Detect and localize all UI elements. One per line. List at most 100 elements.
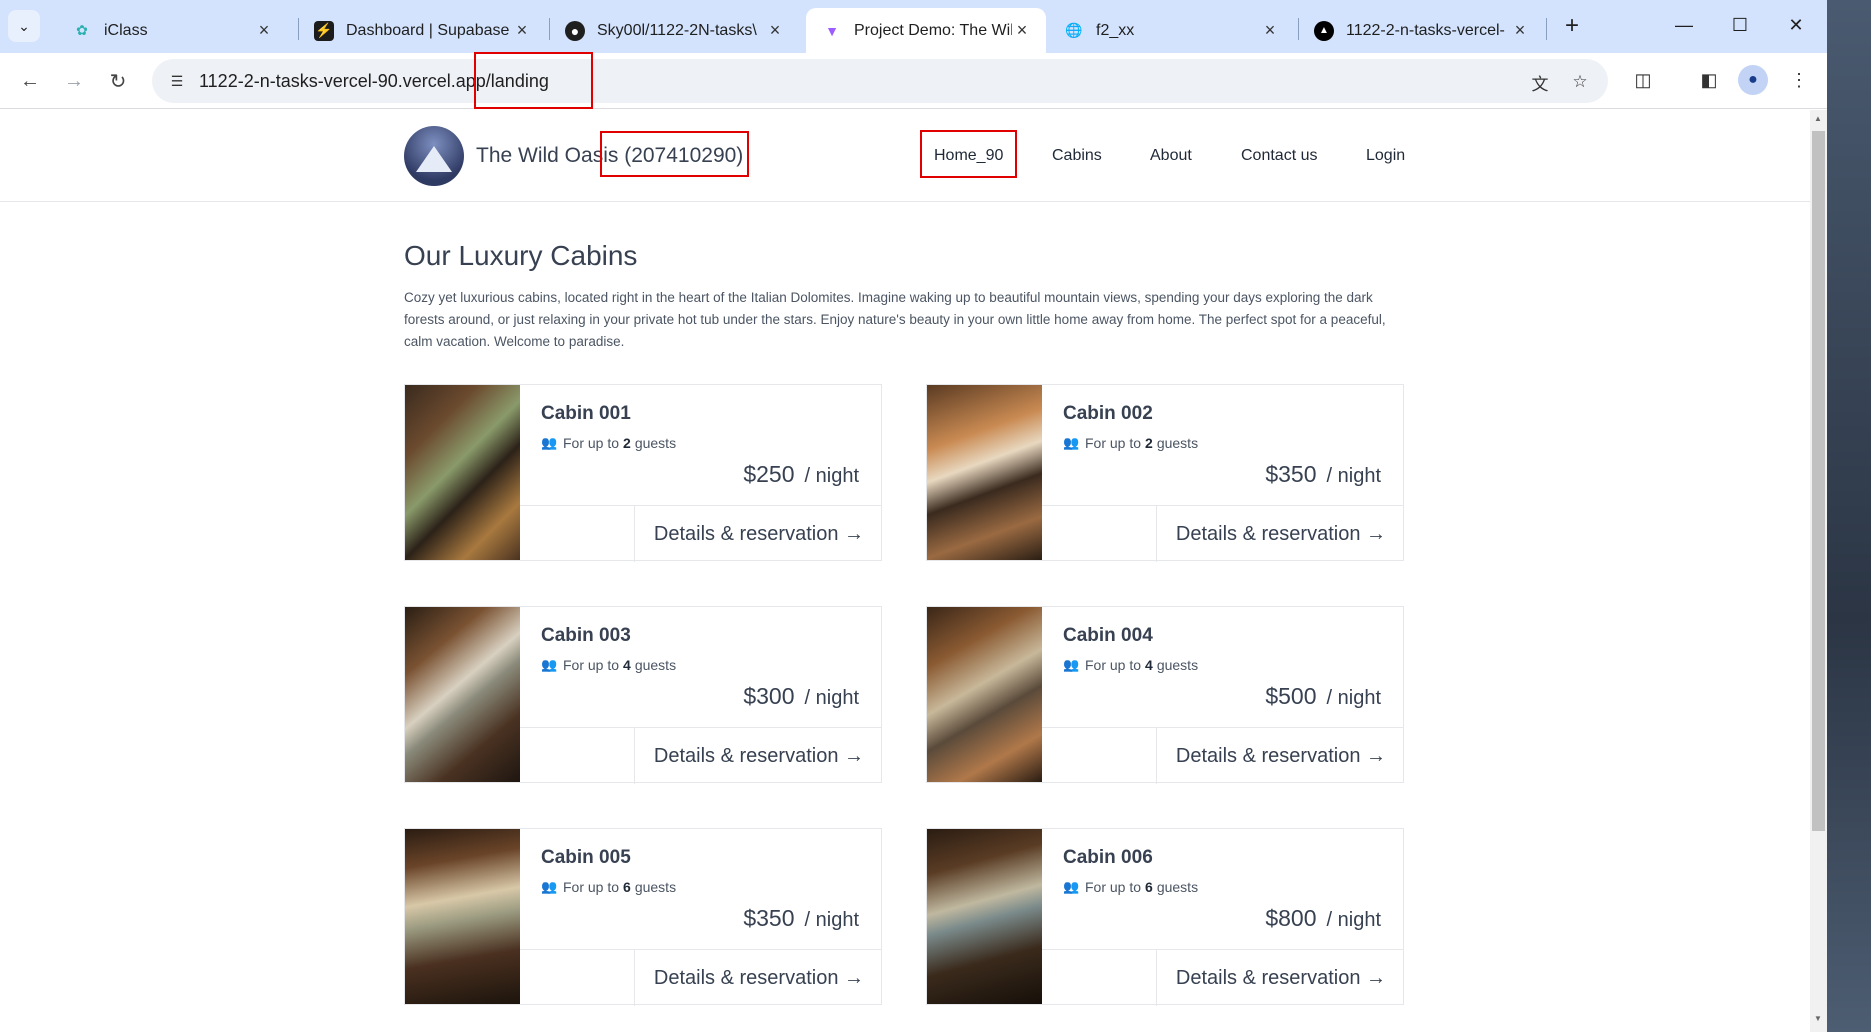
scroll-up-icon[interactable]: ▲: [1814, 114, 1822, 123]
tab-title: Project Demo: The Wild: [854, 21, 1012, 39]
cabin-name: Cabin 003: [541, 625, 631, 646]
iclass-icon: ✿: [76, 22, 88, 38]
per-night: / night: [804, 909, 859, 931]
close-icon[interactable]: ×: [512, 20, 532, 41]
nav-contact-us[interactable]: Contact us: [1241, 147, 1317, 165]
users-icon: 👥: [1063, 435, 1080, 450]
tab-iclass[interactable]: ✿ iClass ×: [56, 8, 288, 53]
scrollbar-thumb[interactable]: [1812, 131, 1825, 831]
desktop-background: [1827, 0, 1871, 1032]
per-night: / night: [804, 687, 859, 709]
translate-icon[interactable]: 文: [1528, 70, 1552, 94]
tab-supabase[interactable]: ⚡ Dashboard | Supabase ×: [298, 8, 546, 53]
close-icon[interactable]: ×: [1260, 20, 1280, 41]
profile-avatar-icon[interactable]: ●: [1738, 65, 1768, 95]
users-icon: 👥: [541, 879, 558, 894]
cabin-card-footer: Details & reservation →: [1042, 949, 1404, 1006]
tab-vercel[interactable]: ▲ 1122-2-n-tasks-vercel- ×: [1298, 8, 1544, 53]
extensions-icon[interactable]: ◫: [1626, 63, 1660, 97]
per-night: / night: [1326, 909, 1381, 931]
cabin-name: Cabin 002: [1063, 403, 1153, 424]
back-button[interactable]: ←: [12, 63, 48, 99]
cabin-price: $300: [743, 683, 795, 709]
page-viewport: The Wild Oasis (207410290) Home_90 Cabin…: [0, 110, 1810, 1032]
details-reservation-link[interactable]: Details & reservation →: [1156, 950, 1404, 1006]
tab-title: iClass: [104, 21, 148, 39]
close-icon[interactable]: ×: [1510, 20, 1530, 41]
users-icon: 👥: [541, 657, 558, 672]
star-icon[interactable]: ☆: [1568, 70, 1592, 94]
minimize-icon: —: [1675, 14, 1693, 35]
guests-prefix: For up to: [1085, 657, 1142, 673]
maximize-button[interactable]: ☐: [1712, 0, 1768, 50]
tab-github[interactable]: ● Sky00l/1122-2N-tasks\ ×: [549, 8, 799, 53]
cabin-card: Cabin 006 👥 For up to 6 guests $800/ night …: [926, 828, 1404, 1006]
tab-search-button[interactable]: ⌄: [8, 10, 40, 42]
page-scrollbar[interactable]: ▲ ▼: [1810, 110, 1827, 1032]
side-panel-icon[interactable]: ◧: [1692, 63, 1726, 97]
details-reservation-link[interactable]: Details & reservation →: [634, 728, 882, 784]
close-window-button[interactable]: ✕: [1768, 0, 1824, 50]
nav-login[interactable]: Login: [1366, 147, 1405, 165]
vite-icon: ▼: [825, 22, 839, 39]
cabin-price: $250: [743, 461, 795, 487]
cabin-card: Cabin 003 👥 For up to 4 guests $300/ night …: [404, 606, 882, 784]
reload-button[interactable]: ↻: [100, 63, 136, 99]
cabin-card: Cabin 002 👥 For up to 2 guests $350/ night …: [926, 384, 1404, 562]
tab-strip: ⌄ ✿ iClass × ⚡ Dashboard | Supabase × ● …: [0, 0, 1827, 53]
cabin-card-footer: Details & reservation →: [1042, 727, 1404, 784]
reload-icon: ↻: [109, 70, 127, 93]
guests-suffix: guests: [1156, 435, 1199, 451]
intro-text: Cozy yet luxurious cabins, located right…: [404, 290, 1386, 349]
details-reservation-link[interactable]: Details & reservation →: [634, 506, 882, 562]
nav-cabins[interactable]: Cabins: [1052, 147, 1102, 165]
cabin-price: $800: [1265, 905, 1317, 931]
cabin-card-footer: Details & reservation →: [1042, 505, 1404, 562]
cabin-card-footer: Details & reservation →: [520, 949, 882, 1006]
cabin-guests: 👥 For up to 4 guests: [1063, 657, 1198, 673]
supabase-icon: ⚡: [314, 20, 334, 41]
browser-window: ⌄ ✿ iClass × ⚡ Dashboard | Supabase × ● …: [0, 0, 1827, 1032]
users-icon: 👥: [541, 435, 558, 450]
cabin-guests: 👥 For up to 2 guests: [541, 435, 676, 451]
cabin-guests: 👥 For up to 6 guests: [1063, 879, 1198, 895]
forward-button[interactable]: →: [56, 63, 92, 99]
guests-prefix: For up to: [563, 657, 620, 673]
site-header: The Wild Oasis (207410290) Home_90 Cabin…: [0, 110, 1810, 202]
plus-icon: +: [1564, 12, 1579, 39]
cabin-photo: [405, 829, 520, 1004]
new-tab-button[interactable]: +: [1558, 12, 1586, 40]
cabin-name: Cabin 005: [541, 847, 631, 868]
logo[interactable]: [404, 126, 464, 186]
tab-project-demo[interactable]: ▼ Project Demo: The Wild ×: [806, 8, 1046, 53]
close-icon[interactable]: ×: [765, 20, 785, 41]
kebab-menu-icon[interactable]: ⋮: [1782, 63, 1816, 97]
guest-count: 2: [623, 435, 631, 451]
nav-about[interactable]: About: [1150, 147, 1192, 165]
details-reservation-link[interactable]: Details & reservation →: [1156, 728, 1404, 784]
arrow-left-icon: ←: [20, 69, 40, 92]
guest-count: 4: [1145, 657, 1153, 673]
guests-suffix: guests: [1156, 879, 1199, 895]
close-icon[interactable]: ×: [1012, 20, 1032, 41]
tab-separator: [1546, 18, 1547, 40]
site-info-icon[interactable]: ☰: [166, 70, 188, 92]
cabin-price: $350: [1265, 461, 1317, 487]
cabin-price: $500: [1265, 683, 1317, 709]
cabin-photo: [405, 607, 520, 782]
cabin-guests: 👥 For up to 6 guests: [541, 879, 676, 895]
cabin-card: Cabin 005 👥 For up to 6 guests $350/ night …: [404, 828, 882, 1006]
details-reservation-link[interactable]: Details & reservation →: [634, 950, 882, 1006]
close-icon: ✕: [1788, 14, 1804, 35]
guests-prefix: For up to: [1085, 435, 1142, 451]
cabin-card: Cabin 001 👥 For up to 2 guests $250/ night …: [404, 384, 882, 562]
per-night: / night: [804, 465, 859, 487]
close-icon[interactable]: ×: [254, 20, 274, 41]
annotation-box-home: [920, 130, 1017, 178]
details-reservation-link[interactable]: Details & reservation →: [1156, 506, 1404, 562]
scroll-down-icon[interactable]: ▼: [1814, 1014, 1822, 1023]
minimize-button[interactable]: —: [1656, 0, 1712, 50]
address-bar[interactable]: ☰ 1122-2-n-tasks-vercel-90.vercel.app/la…: [152, 59, 1608, 103]
tab-f2xx[interactable]: 🌐 f2_xx ×: [1048, 8, 1294, 53]
cabin-card: Cabin 004 👥 For up to 4 guests $500/ night …: [926, 606, 1404, 784]
